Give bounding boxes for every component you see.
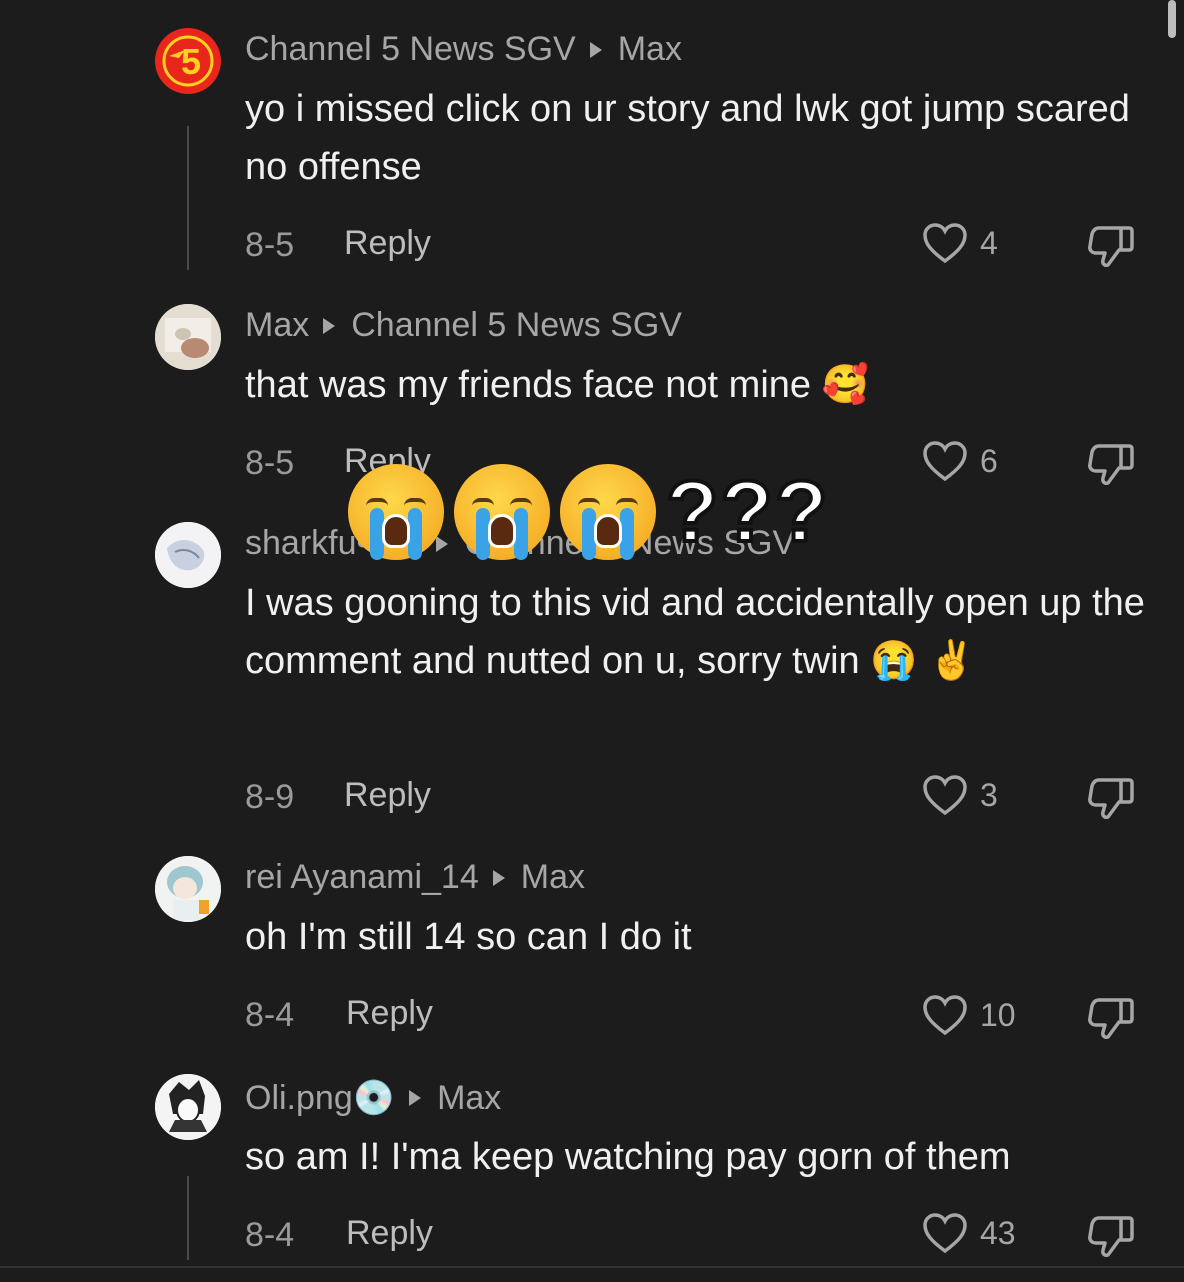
thread-line bbox=[187, 1176, 189, 1260]
channel-5-logo-icon: 5 bbox=[156, 29, 220, 93]
like-count: 4 bbox=[980, 224, 998, 261]
reply-button[interactable]: Reply bbox=[344, 224, 431, 263]
anime-avatar-icon bbox=[155, 856, 221, 922]
like-count: 43 bbox=[980, 1214, 1016, 1251]
divider bbox=[0, 1266, 1184, 1268]
comment-text: I was gooning to this vid and accidental… bbox=[245, 582, 1145, 682]
reply-button[interactable]: Reply bbox=[346, 994, 433, 1033]
reply-arrow-icon bbox=[589, 41, 602, 58]
heart-icon bbox=[923, 995, 967, 1036]
avatar[interactable] bbox=[155, 1074, 221, 1140]
heart-icon bbox=[923, 1213, 967, 1254]
thumbs-down-icon bbox=[1088, 444, 1134, 485]
reply-arrow-icon bbox=[323, 317, 336, 334]
like-button[interactable]: 10 bbox=[922, 994, 1016, 1036]
comment-author[interactable]: Max bbox=[245, 306, 309, 345]
thread-line bbox=[187, 126, 189, 270]
thumbs-down-icon bbox=[1088, 778, 1134, 819]
question-marks-sticker: ??? bbox=[664, 462, 830, 562]
comment-text: yo i missed click on ur story and lwk go… bbox=[245, 88, 1130, 188]
thumbs-down-icon bbox=[1088, 998, 1134, 1039]
loudly-crying-face-icon bbox=[560, 464, 656, 560]
like-button[interactable]: 3 bbox=[922, 774, 998, 816]
loudly-crying-face-icon bbox=[454, 464, 550, 560]
comment-text: that was my friends face not mine 🥰 bbox=[245, 364, 869, 406]
reply-to-user[interactable]: Max bbox=[437, 1079, 501, 1118]
comment-author[interactable]: Oli.png💿 bbox=[245, 1078, 395, 1118]
comment-author[interactable]: rei Ayanami_14 bbox=[245, 858, 479, 897]
comment-date: 8-4 bbox=[245, 1216, 295, 1254]
reply-button[interactable]: Reply bbox=[346, 1214, 433, 1253]
scrollbar[interactable] bbox=[1168, 0, 1176, 38]
comment-text: so am I! I'ma keep watching pay gorn of … bbox=[245, 1136, 1011, 1178]
dislike-button[interactable] bbox=[1087, 440, 1135, 491]
like-button[interactable]: 43 bbox=[922, 1212, 1016, 1254]
emoji-sticker-overlay: ??? bbox=[348, 462, 830, 562]
dislike-button[interactable] bbox=[1087, 994, 1135, 1045]
reply-to-user[interactable]: Channel 5 News SGV bbox=[351, 306, 682, 345]
heart-icon bbox=[923, 441, 967, 482]
like-count: 3 bbox=[980, 776, 998, 813]
reply-button[interactable]: Reply bbox=[344, 776, 431, 815]
comment-date: 8-9 bbox=[245, 778, 295, 816]
comment-text: oh I'm still 14 so can I do it bbox=[245, 916, 692, 958]
manga-avatar-icon bbox=[155, 1074, 221, 1140]
user-photo-icon bbox=[155, 304, 221, 370]
like-count: 6 bbox=[980, 442, 998, 479]
like-count: 10 bbox=[980, 996, 1016, 1033]
heart-icon bbox=[923, 223, 967, 264]
reply-to-user[interactable]: Max bbox=[521, 858, 585, 897]
avatar[interactable]: 5 bbox=[155, 28, 221, 94]
like-button[interactable]: 6 bbox=[922, 440, 998, 482]
comment-author[interactable]: Channel 5 News SGV bbox=[245, 30, 576, 69]
avatar[interactable] bbox=[155, 304, 221, 370]
svg-text:5: 5 bbox=[181, 41, 201, 82]
dislike-button[interactable] bbox=[1087, 774, 1135, 825]
comment-date: 8-4 bbox=[245, 996, 295, 1034]
comment-date: 8-5 bbox=[245, 444, 295, 482]
heart-icon bbox=[923, 775, 967, 816]
thumbs-down-icon bbox=[1088, 226, 1134, 267]
dislike-button[interactable] bbox=[1087, 222, 1135, 273]
thumbs-down-icon bbox=[1088, 1216, 1134, 1257]
reply-arrow-icon bbox=[409, 1090, 422, 1106]
comment-date: 8-5 bbox=[245, 226, 295, 264]
loudly-crying-face-icon bbox=[348, 464, 444, 560]
avatar[interactable] bbox=[155, 856, 221, 922]
reply-to-user[interactable]: Max bbox=[618, 30, 682, 69]
like-button[interactable]: 4 bbox=[922, 222, 998, 264]
dislike-button[interactable] bbox=[1087, 1212, 1135, 1263]
user-drawing-icon bbox=[155, 522, 221, 588]
reply-arrow-icon bbox=[492, 869, 505, 886]
avatar[interactable] bbox=[155, 522, 221, 588]
